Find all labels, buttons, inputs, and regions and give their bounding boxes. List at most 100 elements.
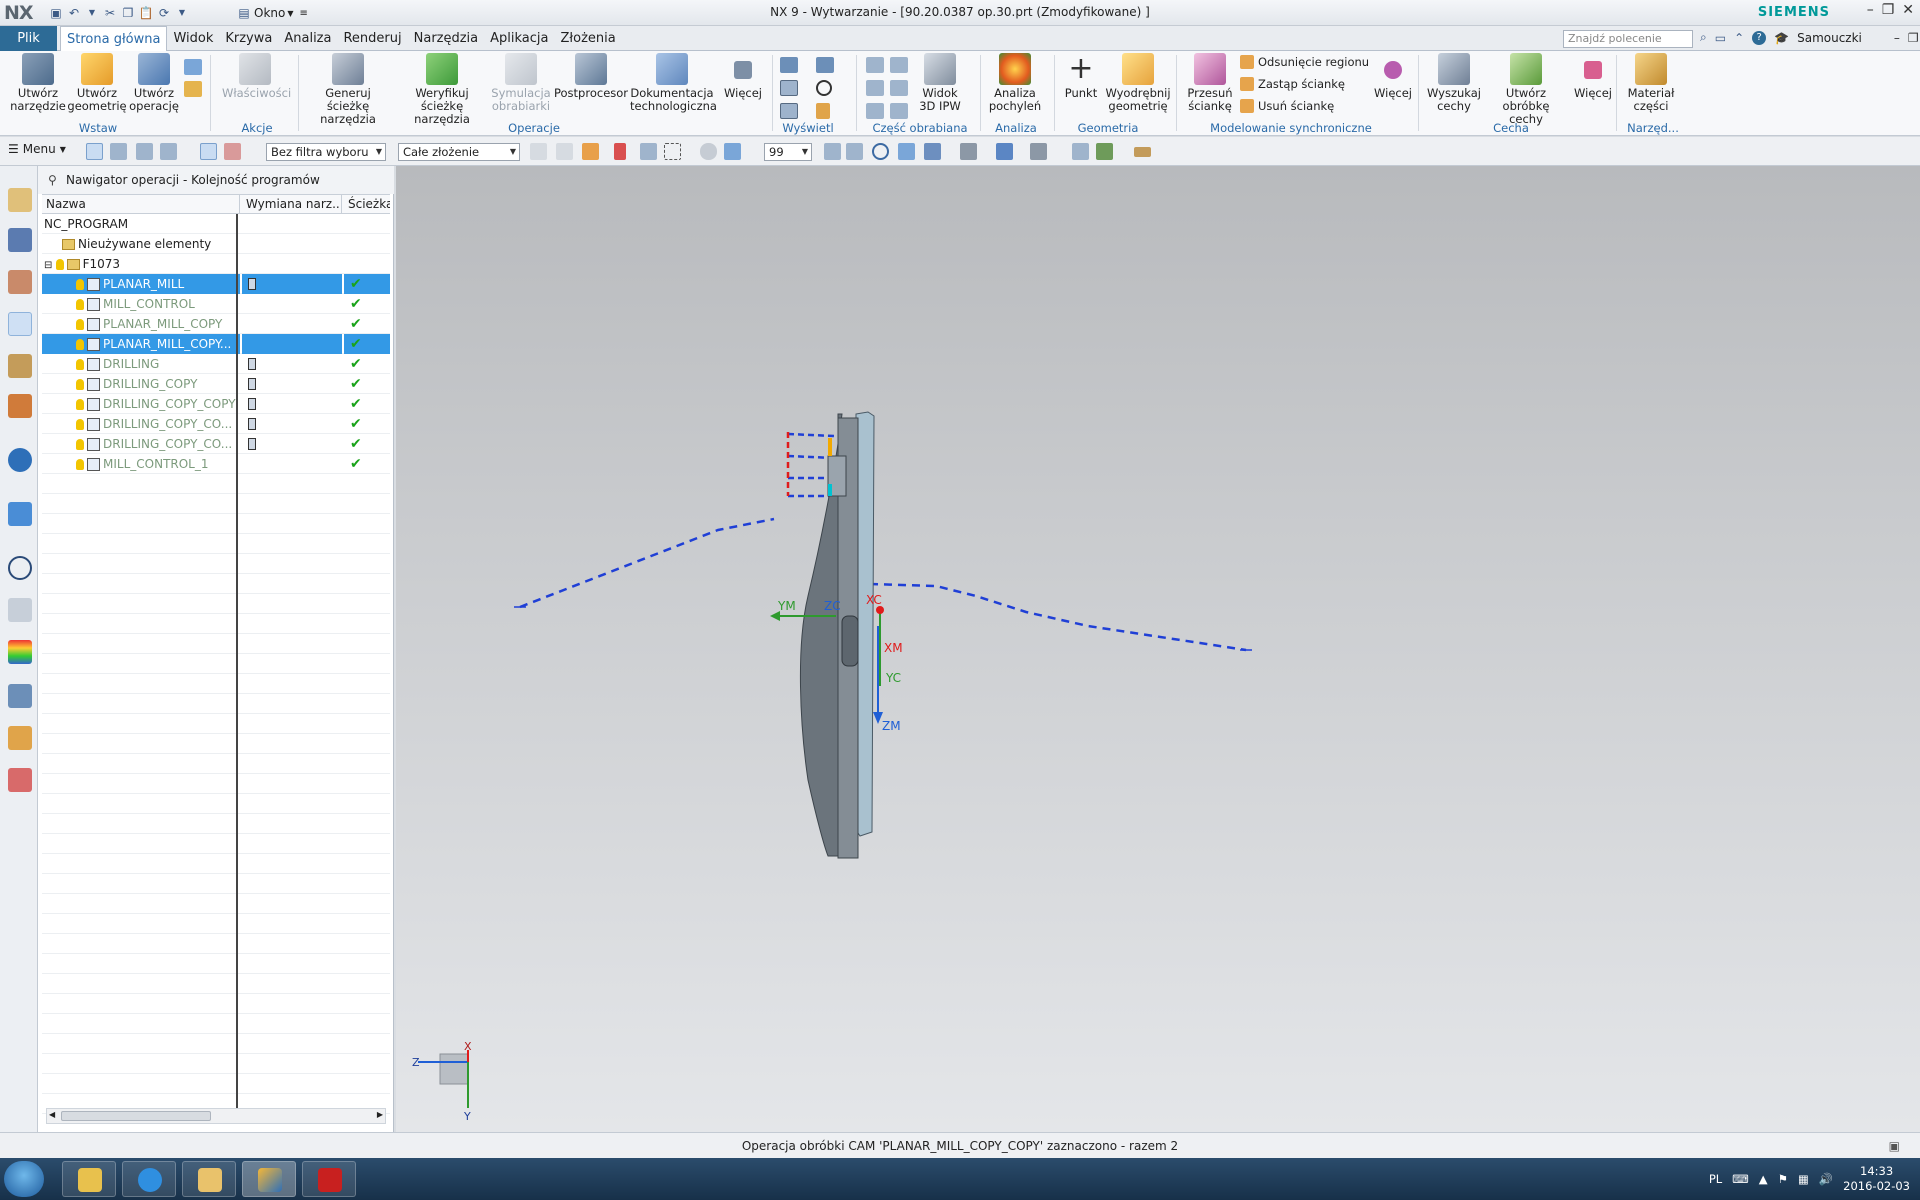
render-style-icon[interactable] xyxy=(960,143,977,160)
network-icon[interactable]: ▦ xyxy=(1798,1172,1809,1186)
taskbar-explorer[interactable] xyxy=(62,1161,116,1197)
snap-tool-1-icon[interactable] xyxy=(530,143,547,160)
collapse-ribbon-icon[interactable]: ⌃ xyxy=(1734,31,1744,45)
doc-minimize-icon[interactable]: – xyxy=(1894,31,1900,45)
selection-filter-dropdown[interactable]: Bez filtra wyboru ▼ xyxy=(266,143,386,161)
postprocessor-button[interactable]: Postprocesor xyxy=(554,53,628,100)
select-objects-icon[interactable] xyxy=(86,143,103,160)
machine-simulation-button[interactable]: Symulacja obrabiarki xyxy=(490,53,552,113)
palette-icon[interactable] xyxy=(8,640,32,664)
tab-curve[interactable]: Krzywa xyxy=(219,26,278,51)
table-row[interactable]: DRILLING_COPY_CO... ✔ xyxy=(42,434,390,454)
horizontal-scrollbar[interactable]: ◀ ▶ xyxy=(46,1108,386,1124)
action-center-icon[interactable]: ⚑ xyxy=(1778,1172,1788,1186)
section-icon[interactable] xyxy=(1030,143,1047,160)
table-row[interactable]: NC_PROGRAM xyxy=(42,214,390,234)
operation-name-cell[interactable]: PLANAR_MILL_COPY xyxy=(42,314,240,334)
column-name[interactable]: Nazwa xyxy=(42,195,240,213)
clock-icon[interactable] xyxy=(8,556,32,580)
operation-navigator-icon[interactable] xyxy=(8,312,32,336)
select-operation-icon[interactable] xyxy=(224,143,241,160)
status-layout-icon[interactable]: ▣ xyxy=(1889,1139,1900,1153)
delete-face-button[interactable]: Usuń ściankę xyxy=(1240,99,1334,113)
create-program-icon[interactable] xyxy=(184,81,202,97)
system-materials-icon[interactable] xyxy=(8,768,32,792)
operation-name-cell[interactable]: MILL_CONTROL_1 xyxy=(42,454,240,474)
select-body-icon[interactable] xyxy=(136,143,153,160)
layer-value-dropdown[interactable]: 99 ▼ xyxy=(764,143,812,161)
workpiece-tool-3-icon[interactable] xyxy=(866,80,884,96)
display-curve-icon[interactable] xyxy=(816,103,830,119)
workpiece-tool-1-icon[interactable] xyxy=(866,57,884,73)
model-view[interactable]: YM ZC XC XM YC ZM Z X Y xyxy=(396,166,1920,1132)
fit-view-icon[interactable] xyxy=(824,143,841,160)
close-icon[interactable]: ✕ xyxy=(1902,2,1914,18)
tab-file[interactable]: Plik xyxy=(0,26,57,51)
tool-library-icon[interactable] xyxy=(8,354,32,378)
restore-icon[interactable]: ❐ xyxy=(1882,2,1895,18)
doc-restore-icon[interactable]: ❐ xyxy=(1908,31,1919,45)
column-path[interactable]: Ścieżka xyxy=(344,195,390,213)
clock[interactable]: 14:33 2016-02-03 xyxy=(1843,1164,1910,1194)
snap-tool-3-icon[interactable] xyxy=(582,143,599,160)
geometry-view-icon[interactable] xyxy=(8,228,32,252)
show-hidden-icons[interactable]: ▲ xyxy=(1759,1172,1768,1186)
table-row[interactable]: DRILLING_COPY_COPY ✔ xyxy=(42,394,390,414)
create-feature-process-button[interactable]: Utwórz obróbkę cechy xyxy=(1484,53,1568,126)
scroll-left-icon[interactable]: ◀ xyxy=(49,1110,55,1119)
tab-analysis[interactable]: Analiza xyxy=(278,26,337,51)
shop-documentation-button[interactable]: Dokumentacja technologiczna xyxy=(630,53,717,113)
snap-point-icon[interactable] xyxy=(614,143,626,160)
draft-analysis-button[interactable]: Analiza pochyleń xyxy=(984,53,1046,113)
display-ipw-icon[interactable] xyxy=(780,80,798,96)
taskbar-acrobat[interactable] xyxy=(302,1161,356,1197)
operation-name-cell[interactable]: Nieużywane elementy xyxy=(42,234,240,254)
properties-button[interactable]: Właściwości xyxy=(222,53,291,100)
tab-assemblies[interactable]: Złożenia xyxy=(555,26,622,51)
graphics-window[interactable]: YM ZC XC XM YC ZM Z X Y xyxy=(396,166,1920,1132)
command-search-input[interactable]: Znajdź polecenie xyxy=(1563,30,1693,48)
tab-tools[interactable]: Narzędzia xyxy=(408,26,485,51)
tab-render[interactable]: Renderuj xyxy=(337,26,407,51)
table-row[interactable]: MILL_CONTROL_1 ✔ xyxy=(42,454,390,474)
menu-button[interactable]: ☰ Menu ▼ xyxy=(8,142,66,156)
taskbar-ie[interactable] xyxy=(122,1161,176,1197)
table-row[interactable]: PLANAR_MILL_COPY... ✔ xyxy=(42,334,390,354)
workpiece-tool-4-icon[interactable] xyxy=(890,80,908,96)
view-3d-ipw-button[interactable]: Widok 3D IPW xyxy=(914,53,966,113)
tab-home[interactable]: Strona główna xyxy=(60,26,168,52)
operation-name-cell[interactable]: PLANAR_MILL xyxy=(42,274,240,294)
table-row[interactable]: MILL_CONTROL ✔ xyxy=(42,294,390,314)
method-view-icon[interactable] xyxy=(8,270,32,294)
display-toolpath-icon[interactable] xyxy=(780,57,798,73)
operation-name-cell[interactable]: NC_PROGRAM xyxy=(42,214,240,234)
snap-tool-8-icon[interactable] xyxy=(724,143,741,160)
create-operation-button[interactable]: Utwórz operację xyxy=(126,53,182,113)
start-button[interactable] xyxy=(4,1161,44,1197)
generate-toolpath-button[interactable]: Generuj ścieżkę narzędzia xyxy=(306,53,390,126)
display-layout-icon[interactable] xyxy=(816,57,834,73)
roles-tools-icon[interactable] xyxy=(8,684,32,708)
scroll-thumb[interactable] xyxy=(61,1111,211,1121)
tutorials-link[interactable]: Samouczki xyxy=(1797,31,1862,45)
display-cut-icon[interactable] xyxy=(780,103,798,119)
work-layer-icon[interactable] xyxy=(1096,143,1113,160)
machine-tool-navigator-icon[interactable] xyxy=(8,188,32,212)
operation-name-cell[interactable]: DRILLING_COPY_CO... xyxy=(42,434,240,454)
zoom-icon[interactable] xyxy=(846,143,863,160)
operation-name-cell[interactable]: DRILLING_COPY_CO... xyxy=(42,414,240,434)
scroll-right-icon[interactable]: ▶ xyxy=(377,1110,383,1119)
tab-view[interactable]: Widok xyxy=(167,26,219,51)
shaded-icon[interactable] xyxy=(996,143,1013,160)
box-select-icon[interactable] xyxy=(664,143,681,160)
operation-name-cell[interactable]: ⊟ F1073 xyxy=(42,254,240,274)
help-icon[interactable]: ? xyxy=(1752,30,1767,45)
selection-scope-dropdown[interactable]: Całe złożenie ▼ xyxy=(398,143,520,161)
operation-name-cell[interactable]: DRILLING xyxy=(42,354,240,374)
ruler-icon[interactable] xyxy=(1134,147,1151,157)
table-row[interactable]: ⊟ F1073 xyxy=(42,254,390,274)
workpiece-tool-2-icon[interactable] xyxy=(890,57,908,73)
operation-name-cell[interactable]: DRILLING_COPY xyxy=(42,374,240,394)
offset-region-button[interactable]: Odsunięcie regionu xyxy=(1240,55,1369,69)
search-icon[interactable]: ⌕ xyxy=(1700,30,1707,45)
